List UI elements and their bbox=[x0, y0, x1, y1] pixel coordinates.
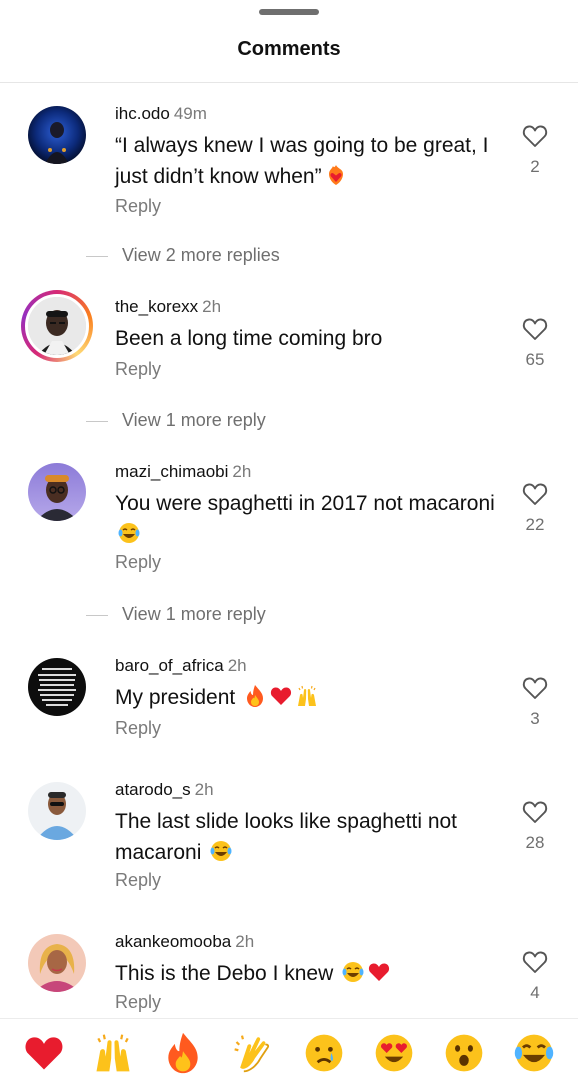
view-more-label[interactable]: View 1 more reply bbox=[122, 604, 266, 625]
avatar[interactable] bbox=[28, 658, 86, 716]
comments-sheet: Comments ihc.odo 49m “I always knew I was… bbox=[0, 0, 578, 1080]
comment-text: The last slide looks like spaghetti not … bbox=[115, 806, 495, 868]
drag-handle[interactable] bbox=[259, 9, 319, 15]
reply-button[interactable]: Reply bbox=[115, 718, 161, 739]
like-button[interactable]: 2 bbox=[520, 124, 550, 177]
comment-text: Been a long time coming bro bbox=[115, 327, 383, 350]
heart-outline-icon bbox=[522, 125, 548, 147]
tears-of-joy-emoji bbox=[341, 960, 365, 984]
like-count: 28 bbox=[525, 833, 545, 852]
thread-line bbox=[86, 256, 108, 257]
heart-outline-icon bbox=[522, 483, 548, 505]
tears-of-joy-emoji bbox=[209, 839, 233, 863]
comment-meta: akankeomooba 2h bbox=[115, 932, 254, 952]
header-divider bbox=[0, 82, 578, 83]
comment-text: This is the Debo I knew bbox=[115, 958, 495, 989]
comment-body: “I always knew I was going to be great, … bbox=[115, 134, 489, 188]
like-count: 4 bbox=[530, 983, 540, 1002]
heart-outline-icon bbox=[522, 951, 548, 973]
fire-emoji-button[interactable] bbox=[161, 1031, 205, 1075]
avatar[interactable] bbox=[21, 290, 93, 362]
clapping-hands-emoji-button[interactable] bbox=[231, 1031, 275, 1075]
comment-meta: the_korexx 2h bbox=[115, 297, 221, 317]
reply-button[interactable]: Reply bbox=[115, 552, 161, 573]
reply-button[interactable]: Reply bbox=[115, 359, 161, 380]
like-button[interactable]: 28 bbox=[520, 800, 550, 853]
thread-line bbox=[86, 421, 108, 422]
comment-meta: mazi_chimaobi 2h bbox=[115, 462, 251, 482]
tears-of-joy-emoji-button[interactable] bbox=[512, 1031, 556, 1075]
red-heart-emoji bbox=[269, 684, 293, 708]
reply-button[interactable]: Reply bbox=[115, 870, 161, 891]
comment-text: You were spaghetti in 2017 not macaroni bbox=[115, 488, 495, 550]
username[interactable]: baro_of_africa bbox=[115, 656, 224, 675]
heart-outline-icon bbox=[522, 318, 548, 340]
view-more-label[interactable]: View 2 more replies bbox=[122, 245, 280, 266]
thread-line bbox=[86, 615, 108, 616]
comment-body: The last slide looks like spaghetti not … bbox=[115, 810, 458, 864]
comment-meta: atarodo_s 2h bbox=[115, 780, 214, 800]
timestamp: 49m bbox=[173, 104, 207, 123]
heart-outline-icon bbox=[522, 801, 548, 823]
raising-hands-emoji-button[interactable] bbox=[91, 1031, 135, 1075]
comments-title: Comments bbox=[237, 38, 341, 60]
like-button[interactable]: 3 bbox=[520, 676, 550, 729]
surprised-face-emoji-button[interactable] bbox=[442, 1031, 486, 1075]
username[interactable]: atarodo_s bbox=[115, 780, 191, 799]
comment-meta: ihc.odo 49m bbox=[115, 104, 207, 124]
comment-body: My president bbox=[115, 686, 242, 709]
quick-reaction-bar bbox=[0, 1018, 578, 1080]
timestamp: 2h bbox=[202, 297, 222, 316]
avatar[interactable] bbox=[28, 782, 86, 840]
username[interactable]: ihc.odo bbox=[115, 104, 170, 123]
comment-body: You were spaghetti in 2017 not macaroni bbox=[115, 492, 495, 515]
timestamp: 2h bbox=[227, 656, 247, 675]
view-more-replies[interactable]: View 2 more replies bbox=[0, 245, 578, 269]
like-button[interactable]: 65 bbox=[520, 317, 550, 370]
comment-meta: baro_of_africa 2h bbox=[115, 656, 247, 676]
red-heart-emoji bbox=[367, 960, 391, 984]
username[interactable]: mazi_chimaobi bbox=[115, 462, 228, 481]
reply-button[interactable]: Reply bbox=[115, 196, 161, 217]
avatar[interactable] bbox=[28, 934, 86, 992]
like-count: 3 bbox=[530, 709, 540, 728]
comment-text: “I always knew I was going to be great, … bbox=[115, 130, 495, 192]
heart-outline-icon bbox=[522, 677, 548, 699]
reply-button[interactable]: Reply bbox=[115, 992, 161, 1013]
view-more-replies[interactable]: View 1 more reply bbox=[0, 604, 578, 628]
view-more-replies[interactable]: View 1 more reply bbox=[0, 410, 578, 434]
like-button[interactable]: 4 bbox=[520, 950, 550, 1003]
tears-of-joy-emoji bbox=[117, 521, 141, 545]
timestamp: 2h bbox=[232, 462, 252, 481]
like-count: 22 bbox=[525, 515, 545, 534]
like-button[interactable]: 22 bbox=[520, 482, 550, 535]
comment-text: My president bbox=[115, 682, 495, 713]
heart-eyes-emoji-button[interactable] bbox=[372, 1031, 416, 1075]
timestamp: 2h bbox=[235, 932, 255, 951]
heart-on-fire-emoji bbox=[324, 163, 348, 187]
view-more-label[interactable]: View 1 more reply bbox=[122, 410, 266, 431]
comment-body: This is the Debo I knew bbox=[115, 962, 340, 985]
avatar[interactable] bbox=[28, 463, 86, 521]
crying-face-emoji-button[interactable] bbox=[302, 1031, 346, 1075]
timestamp: 2h bbox=[194, 780, 214, 799]
raising-hands-emoji bbox=[295, 684, 319, 708]
like-count: 2 bbox=[530, 157, 540, 176]
red-heart-emoji-button[interactable] bbox=[22, 1031, 66, 1075]
fire-emoji bbox=[243, 684, 267, 708]
username[interactable]: the_korexx bbox=[115, 297, 198, 316]
avatar[interactable] bbox=[28, 106, 86, 164]
like-count: 65 bbox=[525, 350, 545, 369]
username[interactable]: akankeomooba bbox=[115, 932, 231, 951]
